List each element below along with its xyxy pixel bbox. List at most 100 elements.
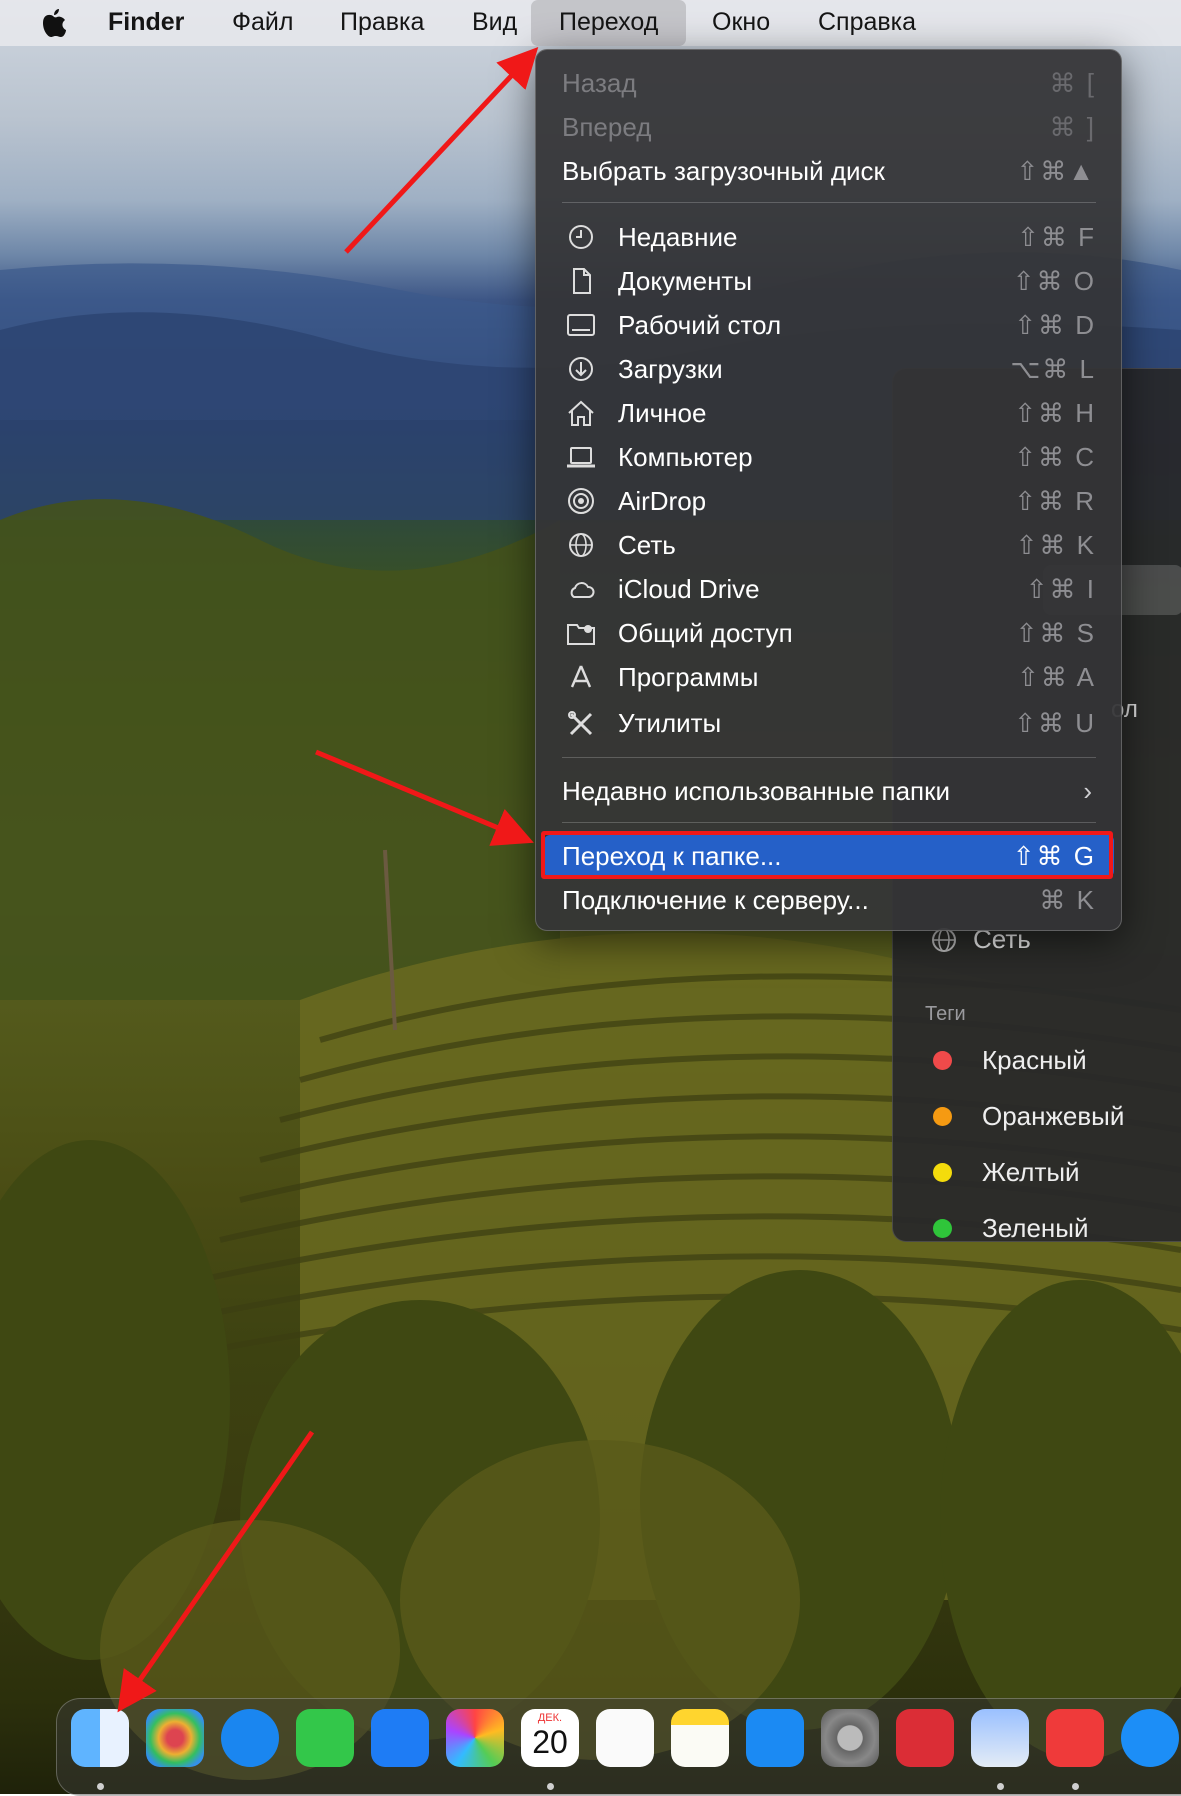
cloud-icon [570, 582, 595, 598]
menu-item-label: Подключение к серверу... [562, 885, 869, 915]
menu-file[interactable]: Файл [232, 0, 293, 46]
shortcut-label: ⇧⌘ O [1012, 266, 1096, 296]
menu-separator [562, 822, 1096, 823]
menu-item-label: Вперед [562, 112, 652, 142]
shortcut-label: ⇧⌘ C [1014, 442, 1096, 472]
shortcut-label: ⇧⌘ S [1015, 618, 1096, 648]
shortcut-label: ⌘ K [1039, 885, 1096, 915]
dock-preview-icon[interactable] [971, 1709, 1029, 1767]
menu-item-label: iCloud Drive [618, 574, 760, 604]
menu-separator [562, 202, 1096, 203]
tag-orange[interactable]: Оранжевый [933, 1101, 1124, 1132]
menu-item-label: Компьютер [618, 442, 753, 472]
menu-item-shared[interactable]: Общий доступ ⇧⌘ S [562, 612, 1096, 654]
dock-notes-icon[interactable] [671, 1709, 729, 1767]
apple-logo-icon[interactable] [40, 8, 66, 38]
tag-red[interactable]: Красный [933, 1045, 1087, 1076]
menu-item-label: Назад [562, 68, 637, 98]
menu-bar: Finder Файл Правка Вид Переход Окно Спра… [0, 0, 1181, 46]
download-icon [569, 357, 593, 381]
menu-window[interactable]: Окно [712, 0, 770, 46]
shortcut-label: ⇧⌘ F [1017, 222, 1096, 252]
tag-label: Желтый [982, 1157, 1080, 1187]
applications-icon [570, 665, 592, 688]
home-icon [568, 400, 594, 426]
menu-item-home[interactable]: Личное ⇧⌘ H [562, 392, 1096, 434]
dock-mail-icon[interactable] [371, 1709, 429, 1767]
dock-messages-icon[interactable] [296, 1709, 354, 1767]
menu-item-desktop[interactable]: Рабочий стол ⇧⌘ D [562, 304, 1096, 346]
go-menu-dropdown: Назад ⌘ [ Вперед ⌘ ] Выбрать загрузочный… [535, 49, 1122, 931]
menu-item-label: Выбрать загрузочный диск [562, 156, 885, 186]
menu-item-icloud-drive[interactable]: iCloud Drive ⇧⌘ I [562, 568, 1096, 610]
dock-app-store-icon[interactable] [746, 1709, 804, 1767]
shortcut-label: ⇧⌘ D [1014, 310, 1096, 340]
menu-item-network[interactable]: Сеть ⇧⌘ K [562, 524, 1096, 566]
menu-item-utilities[interactable]: Утилиты ⇧⌘ U [562, 702, 1096, 744]
tag-label: Красный [982, 1045, 1087, 1075]
shortcut-label: ⇧⌘ I [1025, 574, 1096, 604]
menu-item-label: Документы [618, 266, 753, 296]
menu-item-documents[interactable]: Документы ⇧⌘ O [562, 260, 1096, 302]
shortcut-label: ⌥⌘ L [1010, 354, 1096, 384]
tag-yellow[interactable]: Желтый [933, 1157, 1080, 1188]
menu-item-airdrop[interactable]: AirDrop ⇧⌘ R [562, 480, 1096, 522]
menu-item-startup-disk[interactable]: Выбрать загрузочный диск ⇧⌘▲ [562, 150, 1096, 192]
shortcut-label: ⇧⌘ K [1015, 530, 1096, 560]
calendar-day: 20 [532, 1724, 568, 1760]
dock-calendar-icon[interactable]: ДЕК. 20 [521, 1709, 579, 1767]
red-dot-icon [933, 1051, 952, 1070]
menu-app-finder[interactable]: Finder [108, 0, 184, 46]
shortcut-label: ⇧⌘ H [1014, 398, 1096, 428]
dock-photos-icon[interactable] [446, 1709, 504, 1767]
dock-anydesk-icon[interactable] [1046, 1709, 1104, 1767]
document-icon [573, 268, 591, 294]
menu-item-back[interactable]: Назад ⌘ [ [562, 62, 1096, 104]
laptop-icon [567, 447, 595, 468]
running-indicator [997, 1783, 1004, 1790]
annotation-highlight-box [541, 831, 1113, 879]
menu-view[interactable]: Вид [472, 0, 517, 46]
menu-edit[interactable]: Правка [340, 0, 424, 46]
menu-item-forward[interactable]: Вперед ⌘ ] [562, 106, 1096, 148]
menu-item-label: Утилиты [618, 708, 722, 738]
tag-label: Оранжевый [982, 1101, 1125, 1131]
tag-green[interactable]: Зеленый [933, 1213, 1089, 1244]
green-dot-icon [933, 1219, 952, 1238]
menu-item-label: Программы [618, 662, 759, 692]
yellow-dot-icon [933, 1163, 952, 1182]
chevron-right-icon: › [1083, 776, 1092, 806]
airdrop-icon [568, 488, 594, 514]
shortcut-label: ⇧⌘ R [1014, 486, 1096, 516]
menu-item-recent-folders[interactable]: Недавно использованные папки › [562, 770, 1096, 812]
dock-system-settings-icon[interactable] [821, 1709, 879, 1767]
utilities-icon [568, 711, 593, 736]
dock-finder-icon[interactable] [71, 1709, 129, 1767]
menu-item-recents[interactable]: Недавние ⇧⌘ F [562, 216, 1096, 258]
menu-go[interactable]: Переход [531, 0, 687, 46]
dock-teamviewer-icon[interactable] [1121, 1709, 1179, 1767]
tags-section-header: Теги [925, 1003, 966, 1025]
menu-item-downloads[interactable]: Загрузки ⌥⌘ L [562, 348, 1096, 390]
menu-item-connect-server[interactable]: Подключение к серверу... ⌘ K [562, 879, 1096, 921]
menu-item-computer[interactable]: Компьютер ⇧⌘ C [562, 436, 1096, 478]
menu-help[interactable]: Справка [818, 0, 916, 46]
dock-safari-icon[interactable] [221, 1709, 279, 1767]
dock-expressvpn-icon[interactable] [896, 1709, 954, 1767]
menu-item-label: Общий доступ [618, 618, 793, 648]
menu-item-applications[interactable]: Программы ⇧⌘ A [562, 656, 1096, 698]
menu-item-label: Недавние [618, 222, 738, 252]
dock-reminders-icon[interactable] [596, 1709, 654, 1767]
menu-separator [562, 757, 1096, 758]
menu-item-label: Недавно использованные папки [562, 776, 951, 806]
running-indicator [1072, 1783, 1079, 1790]
globe-icon [569, 533, 593, 557]
menu-item-label: Рабочий стол [618, 310, 782, 340]
menu-item-label: Сеть [618, 530, 676, 560]
shortcut-label: ⌘ ] [1049, 112, 1096, 142]
shortcut-label: ⇧⌘ U [1014, 708, 1096, 738]
shortcut-label: ⌘ [ [1049, 68, 1096, 98]
dock-launchpad-icon[interactable] [146, 1709, 204, 1767]
shortcut-label: ⇧⌘ A [1017, 662, 1096, 692]
shared-folder-icon [567, 624, 595, 645]
